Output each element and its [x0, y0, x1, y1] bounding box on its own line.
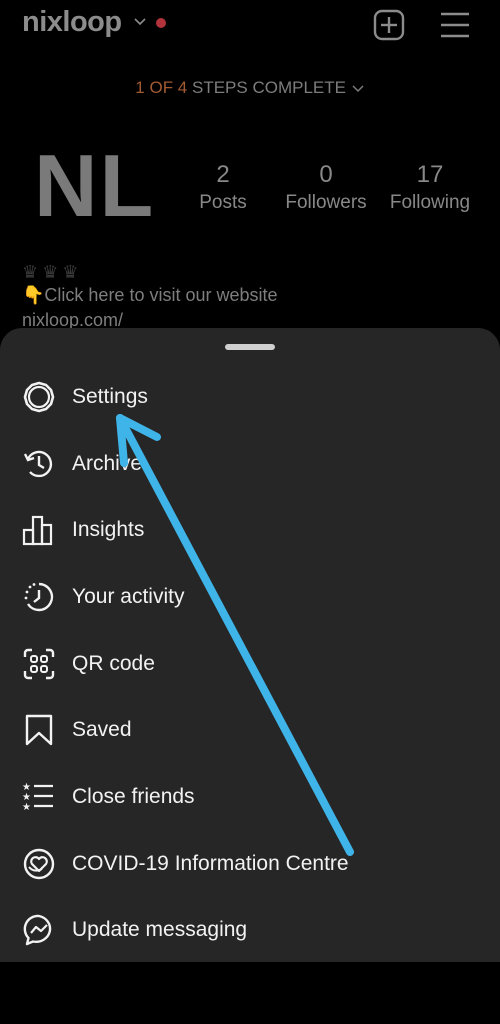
menu-item-label: QR code [72, 652, 155, 675]
bottom-sheet-menu: Settings Archive Insights Your activity … [0, 328, 500, 962]
avatar[interactable]: NL [34, 142, 155, 230]
menu-item-label: Archive [72, 452, 143, 475]
steps-count: 1 OF 4 [135, 78, 188, 97]
insights-icon [22, 515, 53, 546]
posts-stat[interactable]: 2 Posts [183, 160, 263, 216]
chevron-down-icon[interactable] [133, 16, 147, 28]
followers-count: 0 [319, 161, 333, 188]
qr-code-icon [23, 648, 55, 680]
following-count: 17 [416, 161, 444, 188]
menu-item-label: Close friends [72, 785, 195, 808]
username-switcher[interactable]: nixloop [22, 6, 122, 39]
menu-item-insights[interactable]: Insights [0, 500, 500, 560]
menu-item-update-messaging[interactable]: Update messaging [0, 900, 500, 960]
bio-text: Click here to visit our website [44, 285, 278, 305]
following-label: Following [389, 192, 471, 213]
notification-dot [156, 18, 166, 28]
chevron-down-icon [352, 84, 364, 92]
followers-stat[interactable]: 0 Followers [281, 160, 371, 216]
menu-item-label: Saved [72, 718, 132, 741]
menu-item-label: Settings [72, 385, 148, 408]
menu-item-saved[interactable]: Saved [0, 700, 500, 760]
menu-item-archive[interactable]: Archive [0, 434, 500, 494]
plus-square-icon[interactable] [373, 9, 405, 41]
steps-progress[interactable]: 1 OF 4 STEPS COMPLETE [0, 78, 500, 98]
top-bar: nixloop [0, 0, 500, 62]
menu-item-covid-info[interactable]: COVID-19 Information Centre [0, 834, 500, 894]
menu-item-label: COVID-19 Information Centre [72, 852, 349, 875]
sheet-drag-handle[interactable] [225, 344, 275, 350]
covid-info-icon [23, 848, 55, 880]
menu-item-your-activity[interactable]: Your activity [0, 567, 500, 627]
menu-item-label: Insights [72, 518, 145, 541]
archive-icon [23, 450, 53, 478]
posts-label: Posts [199, 192, 247, 213]
menu-item-label: Update messaging [72, 918, 248, 941]
menu-item-settings[interactable]: Settings [0, 367, 500, 427]
menu-item-label: Your activity [72, 585, 185, 608]
activity-icon [24, 582, 54, 612]
bio: ♛♛♛ 👇Click here to visit our website nix… [22, 262, 278, 331]
menu-item-close-friends[interactable]: ★ ★ ★ Close friends [0, 767, 500, 827]
bookmark-icon [25, 714, 53, 746]
menu-item-qr-code[interactable]: QR code [0, 634, 500, 694]
steps-label: STEPS COMPLETE [187, 78, 346, 97]
bio-crowns: ♛♛♛ [22, 262, 83, 282]
following-stat[interactable]: 17 Following [384, 160, 476, 216]
hamburger-menu-icon[interactable] [440, 10, 470, 40]
svg-text:★: ★ [22, 802, 31, 813]
pointing-down-icon: 👇 [22, 285, 45, 305]
posts-count: 2 [216, 161, 230, 188]
close-friends-icon: ★★★ [22, 782, 53, 813]
messenger-icon [23, 914, 52, 946]
settings-icon [23, 381, 55, 413]
followers-label: Followers [285, 192, 367, 213]
